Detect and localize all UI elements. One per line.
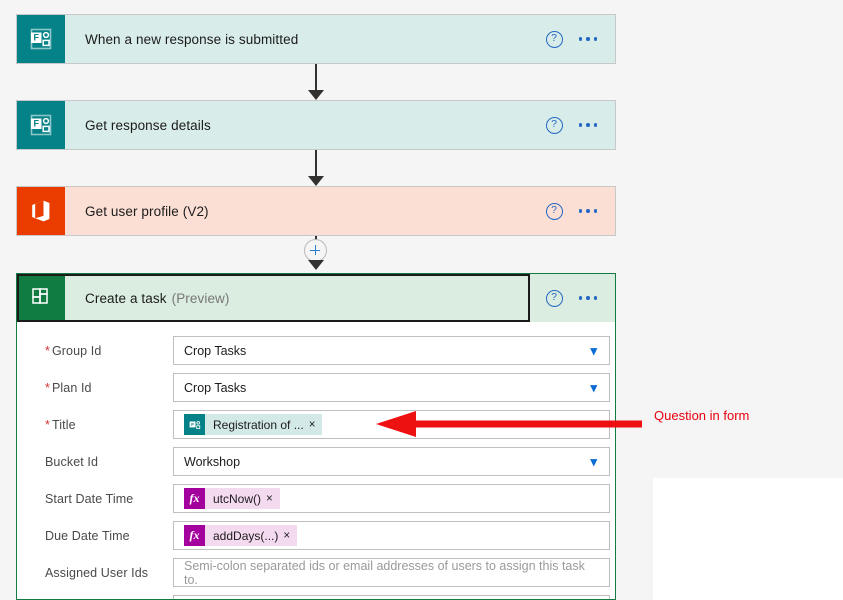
svg-text:F: F xyxy=(191,422,194,428)
dynamic-content-token-title[interactable]: F Registration of ... × xyxy=(184,414,323,435)
office-365-icon xyxy=(17,187,65,235)
field-label-group-id: * Group Id xyxy=(45,344,173,358)
field-label-plan-id: * Plan Id xyxy=(45,381,173,395)
field-row-bucket-id: Bucket Id Workshop ▾ xyxy=(17,443,615,480)
field-row-assigned-user-ids: Assigned User Ids Semi-colon separated i… xyxy=(17,554,615,591)
step-title-text: Get response details xyxy=(85,117,211,133)
create-a-task-header-selected[interactable]: Create a task (Preview) xyxy=(17,274,530,322)
step-title-text: Get user profile (V2) xyxy=(85,203,209,219)
bucket-id-value: Workshop xyxy=(184,454,241,469)
svg-text:F: F xyxy=(33,33,39,43)
field-row-next-partial xyxy=(17,591,615,599)
connector-arrow-2 xyxy=(308,176,324,186)
help-icon[interactable]: ? xyxy=(545,116,563,134)
chevron-down-icon[interactable]: ▾ xyxy=(590,381,601,394)
insert-step-button[interactable] xyxy=(304,239,327,262)
flow-step-card-3[interactable]: Get user profile (V2) ? xyxy=(16,186,616,236)
create-a-task-header: Create a task (Preview) ? xyxy=(17,274,615,322)
fx-icon: fx xyxy=(184,488,205,509)
token-label: utcNow() xyxy=(213,491,262,506)
start-date-time-input[interactable]: fx utcNow() × xyxy=(173,484,610,513)
help-icon[interactable]: ? xyxy=(545,202,563,220)
field-label-assigned-user-ids: Assigned User Ids xyxy=(45,566,173,580)
remove-token-icon[interactable]: × xyxy=(309,419,323,431)
field-row-title: * Title F Registration of ... × xyxy=(17,406,615,443)
plan-id-dropdown[interactable]: Crop Tasks ▾ xyxy=(173,373,610,402)
help-icon[interactable]: ? xyxy=(545,30,563,48)
flow-step-title-2: Get response details xyxy=(65,101,546,149)
field-label-text: Start Date Time xyxy=(45,491,134,506)
plan-id-value: Crop Tasks xyxy=(184,380,247,395)
required-asterisk: * xyxy=(45,343,50,358)
more-options-icon[interactable] xyxy=(577,205,600,217)
flow-step-actions-3: ? xyxy=(545,187,616,235)
more-options-icon[interactable] xyxy=(577,119,600,131)
microsoft-forms-icon: F xyxy=(184,414,205,435)
assigned-user-ids-placeholder: Semi-colon separated ids or email addres… xyxy=(184,558,585,587)
token-label: addDays(...) xyxy=(213,528,279,543)
field-label-title: * Title xyxy=(45,418,173,432)
field-label-due-date-time: Due Date Time xyxy=(45,529,173,543)
token-label: Registration of ... xyxy=(213,417,304,432)
chevron-down-icon[interactable]: ▾ xyxy=(590,344,601,357)
expression-token-due-date[interactable]: fx addDays(...) × xyxy=(184,525,298,546)
microsoft-forms-icon: F xyxy=(17,101,65,149)
microsoft-forms-icon: F xyxy=(17,15,65,63)
remove-token-icon[interactable]: × xyxy=(266,493,280,505)
title-input[interactable]: F Registration of ... × xyxy=(173,410,610,439)
flow-step-title-1: When a new response is submitted xyxy=(65,15,546,63)
flow-step-title-3: Get user profile (V2) xyxy=(65,187,546,235)
field-label-text: Bucket Id xyxy=(45,454,99,469)
field-row-start-date-time: Start Date Time fx utcNow() × xyxy=(17,480,615,517)
svg-text:F: F xyxy=(33,119,39,129)
due-date-time-input[interactable]: fx addDays(...) × xyxy=(173,521,610,550)
remove-token-icon[interactable]: × xyxy=(283,530,297,542)
create-a-task-title: Create a task (Preview) xyxy=(65,276,528,320)
field-row-plan-id: * Plan Id Crop Tasks ▾ xyxy=(17,369,615,406)
connector-arrow-3 xyxy=(308,260,324,270)
field-row-due-date-time: Due Date Time fx addDays(...) × xyxy=(17,517,615,554)
bucket-id-dropdown[interactable]: Workshop ▾ xyxy=(173,447,610,476)
action-title-text: Create a task xyxy=(85,290,167,306)
field-label-text: Title xyxy=(51,417,76,432)
next-field-input[interactable] xyxy=(173,595,610,599)
field-label-text: Due Date Time xyxy=(45,528,130,543)
connector-arrow-1 xyxy=(308,90,324,100)
more-options-icon[interactable] xyxy=(577,292,600,304)
assigned-user-ids-input[interactable]: Semi-colon separated ids or email addres… xyxy=(173,558,610,587)
field-label-text: Assigned User Ids xyxy=(45,565,149,580)
flow-step-card-2[interactable]: F Get response details ? xyxy=(16,100,616,150)
field-row-group-id: * Group Id Crop Tasks ▾ xyxy=(17,332,615,369)
fx-icon: fx xyxy=(184,525,205,546)
microsoft-planner-icon xyxy=(19,276,65,320)
field-label-bucket-id: Bucket Id xyxy=(45,455,173,469)
flow-step-actions-2: ? xyxy=(545,101,616,149)
required-asterisk: * xyxy=(45,417,50,432)
flow-designer-canvas: F When a new response is submitted ? F G… xyxy=(0,0,843,600)
create-a-task-fields: * Group Id Crop Tasks ▾ * Plan Id Crop Tas… xyxy=(17,322,615,599)
more-options-icon[interactable] xyxy=(577,33,600,45)
group-id-value: Crop Tasks xyxy=(184,343,247,358)
action-preview-tag: (Preview) xyxy=(171,290,230,306)
create-a-task-action-card[interactable]: Create a task (Preview) ? * Group Id Crop… xyxy=(16,273,616,600)
annotation-label: Question in form xyxy=(654,408,750,423)
create-a-task-actions: ? xyxy=(545,274,600,322)
flow-step-actions-1: ? xyxy=(545,15,616,63)
field-label-start-date-time: Start Date Time xyxy=(45,492,173,506)
required-asterisk: * xyxy=(45,380,50,395)
group-id-dropdown[interactable]: Crop Tasks ▾ xyxy=(173,336,610,365)
right-white-panel xyxy=(653,478,843,600)
help-icon[interactable]: ? xyxy=(545,289,563,307)
field-label-text: Plan Id xyxy=(51,380,92,395)
flow-step-card-1[interactable]: F When a new response is submitted ? xyxy=(16,14,616,64)
field-label-text: Group Id xyxy=(51,343,102,358)
step-title-text: When a new response is submitted xyxy=(85,31,299,47)
expression-token-start-date[interactable]: fx utcNow() × xyxy=(184,488,280,509)
chevron-down-icon[interactable]: ▾ xyxy=(590,455,601,468)
